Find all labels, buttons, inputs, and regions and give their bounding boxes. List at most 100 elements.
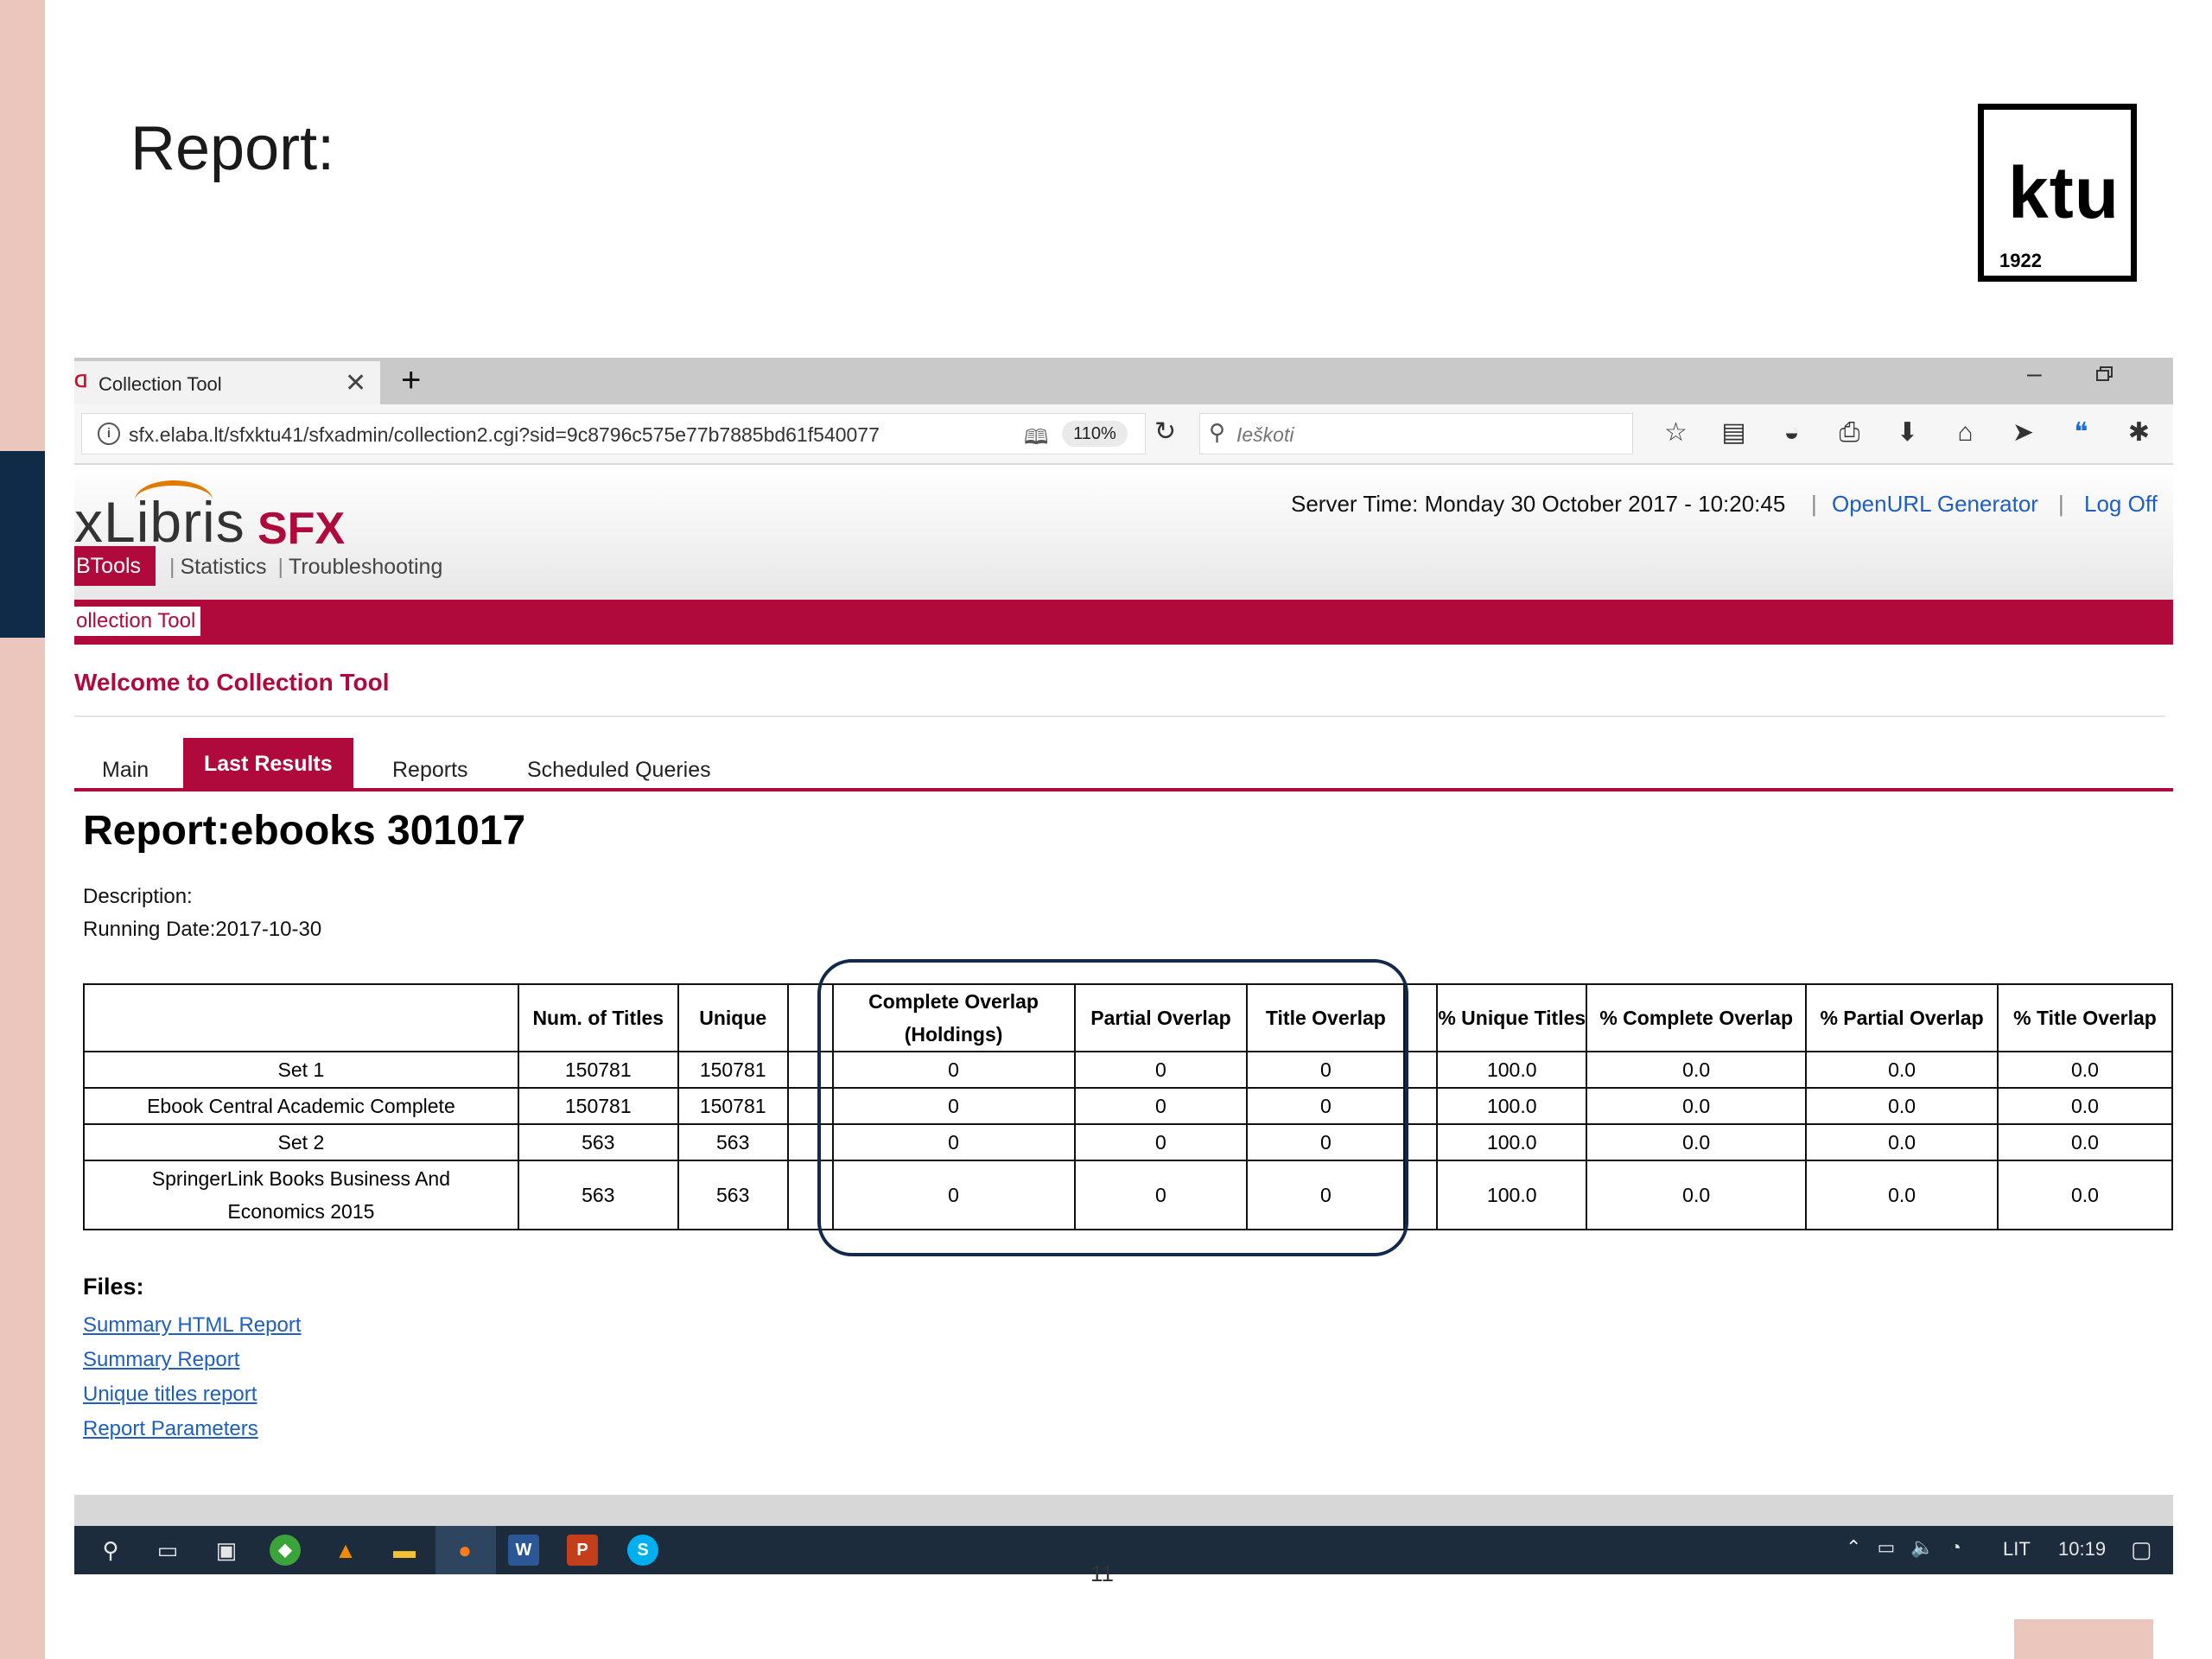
tab-last-results[interactable]: Last Results [183, 738, 353, 790]
browser-tab-title: Collection Tool [99, 373, 222, 395]
log-off-link[interactable]: Log Off [2084, 491, 2158, 518]
table-cell: 0 [1246, 1160, 1406, 1230]
search-icon[interactable]: ⚲ [95, 1535, 126, 1566]
summary-html-report-link[interactable]: Summary HTML Report [83, 1308, 302, 1343]
library-icon[interactable]: ▤ [1705, 411, 1763, 454]
table-cell: SpringerLink Books Business And Economic… [83, 1160, 519, 1230]
app-icon[interactable]: ▣ [211, 1535, 242, 1566]
browser-toolbar: ☆ ▤ ◒ ⎙ ⬇ ⌂ ➤ ❝ ✱ [1647, 411, 2168, 454]
battery-icon[interactable]: ▭ [1877, 1536, 1895, 1558]
table-cell: Set 2 [83, 1123, 519, 1161]
report-parameters-link[interactable]: Report Parameters [83, 1412, 302, 1446]
browser-tab[interactable]: ᗡ Collection Tool ✕ [74, 361, 380, 404]
table-cell: 0.0 [1997, 1160, 2173, 1230]
vlc-icon[interactable]: ▲ [330, 1535, 361, 1566]
table-cell: 0 [1073, 1123, 1249, 1161]
column-header: % Unique Titles [1436, 983, 1588, 1052]
header-separator: | [1811, 491, 1817, 517]
table-cell [1403, 1123, 1439, 1161]
table-row: Ebook Central Academic Complete 150781 1… [83, 1087, 2173, 1125]
ktu-logo-text: ktu [2008, 152, 2120, 233]
slide-page-number: 11 [1090, 1560, 1114, 1586]
reader-view-icon[interactable]: 🕮 [1024, 423, 1048, 458]
url-text[interactable]: sfx.elaba.lt/sfxktu41/sfxadmin/collectio… [129, 423, 1019, 447]
notification-icon[interactable]: ▢ [2131, 1536, 2152, 1563]
xlibris-logo: xLibris [74, 480, 245, 555]
table-cell: 0 [1073, 1087, 1249, 1125]
report-title: Report:ebooks 301017 [83, 808, 526, 854]
welcome-heading: Welcome to Collection Tool [74, 669, 390, 696]
slide-left-strip [0, 0, 45, 1659]
table-cell: Ebook Central Academic Complete [83, 1087, 519, 1125]
home-icon[interactable]: ⌂ [1936, 411, 1994, 454]
browser-screenshot: ᗡ Collection Tool ✕ + – i sfx.elaba.lt/s… [74, 358, 2173, 1593]
clock[interactable]: 10:19 [2058, 1538, 2106, 1560]
table-cell: 563 [677, 1123, 789, 1161]
minimize-icon[interactable]: – [2027, 359, 2042, 389]
menu-item-troubleshooting[interactable]: Troubleshooting [289, 555, 442, 579]
sfx-header: xLibris SFX Server Time: Monday 30 Octob… [74, 465, 2173, 600]
column-header: Title Overlap [1246, 983, 1406, 1052]
quote-icon[interactable]: ❝ [2052, 411, 2110, 454]
language-indicator[interactable]: LIT [2003, 1538, 2031, 1560]
sfx-favicon-icon: ᗡ [74, 372, 88, 391]
skype-icon[interactable]: S [627, 1535, 658, 1566]
table-cell: 563 [517, 1160, 679, 1230]
zoom-level[interactable]: 110% [1062, 421, 1128, 447]
table-cell: 0.0 [1586, 1160, 1808, 1230]
table-cell: 563 [677, 1160, 789, 1230]
search-box[interactable]: ⚲ [1199, 413, 1633, 455]
table-cell: 0 [1073, 1051, 1249, 1089]
address-bar[interactable]: i sfx.elaba.lt/sfxktu41/sfxadmin/collect… [81, 413, 1146, 454]
submenu-collection-tool[interactable]: ollection Tool [74, 607, 201, 636]
table-cell [786, 1087, 834, 1125]
table-cell: 150781 [677, 1051, 789, 1089]
table-header-row: Num. of Titles Unique Complete Overlap (… [83, 983, 2173, 1052]
table-cell [786, 1051, 834, 1089]
openurl-generator-link[interactable]: OpenURL Generator [1832, 491, 2038, 518]
browser-navbar: i sfx.elaba.lt/sfxktu41/sfxadmin/collect… [74, 404, 2173, 465]
unique-titles-report-link[interactable]: Unique titles report [83, 1377, 302, 1412]
table-cell: 563 [517, 1123, 679, 1161]
tab-scheduled-queries[interactable]: Scheduled Queries [527, 738, 711, 790]
tab-reports[interactable]: Reports [392, 738, 468, 790]
powerpoint-icon[interactable]: P [567, 1535, 598, 1566]
new-tab-icon[interactable]: + [401, 361, 421, 400]
table-cell [786, 1123, 834, 1161]
search-input[interactable] [1235, 414, 1618, 455]
file-explorer-icon[interactable]: ▬ [389, 1535, 420, 1566]
wifi-icon[interactable]: ◔ [1950, 1536, 1961, 1558]
print-icon[interactable]: ⎙ [1821, 411, 1878, 454]
table-cell: 150781 [677, 1087, 789, 1125]
menu-item-statistics[interactable]: Statistics [181, 555, 267, 579]
table-cell [1403, 1051, 1439, 1089]
send-icon[interactable]: ➤ [1994, 411, 2052, 454]
info-icon[interactable]: i [98, 423, 120, 445]
table-cell: 0 [831, 1087, 1076, 1125]
tab-main[interactable]: Main [102, 738, 149, 790]
summary-report-link[interactable]: Summary Report [83, 1343, 302, 1377]
column-header: Partial Overlap [1073, 983, 1249, 1052]
close-tab-icon[interactable]: ✕ [345, 368, 366, 398]
restore-window-icon[interactable] [2096, 366, 2113, 382]
volume-icon[interactable]: 🔈 [1910, 1536, 1934, 1558]
bookmark-star-icon[interactable]: ☆ [1647, 411, 1705, 454]
firefox-icon[interactable]: ● [449, 1535, 480, 1566]
task-view-icon[interactable]: ▭ [152, 1535, 183, 1566]
table-cell: 0.0 [1586, 1051, 1808, 1089]
mask-icon[interactable]: ◒ [1763, 411, 1821, 454]
table-cell: 100.0 [1436, 1051, 1588, 1089]
download-icon[interactable]: ⬇ [1878, 411, 1936, 454]
main-menu: | Statistics | Troubleshooting [169, 555, 443, 579]
word-icon[interactable]: W [508, 1535, 539, 1566]
app-green-icon[interactable]: ◆ [270, 1535, 301, 1566]
table-row: Set 1 150781 150781 0 0 0 100.0 0.0 0.0 … [83, 1051, 2173, 1089]
table-row: SpringerLink Books Business And Economic… [83, 1160, 2173, 1230]
table-cell: 0.0 [1805, 1160, 1999, 1230]
menu-item-btools[interactable]: BTools [74, 546, 156, 586]
column-header: % Partial Overlap [1805, 983, 1999, 1052]
table-cell: 0.0 [1805, 1087, 1999, 1125]
chevron-up-icon[interactable]: ⌃ [1846, 1536, 1861, 1558]
reload-icon[interactable]: ↻ [1154, 416, 1176, 447]
extension-icon[interactable]: ✱ [2110, 411, 2168, 454]
